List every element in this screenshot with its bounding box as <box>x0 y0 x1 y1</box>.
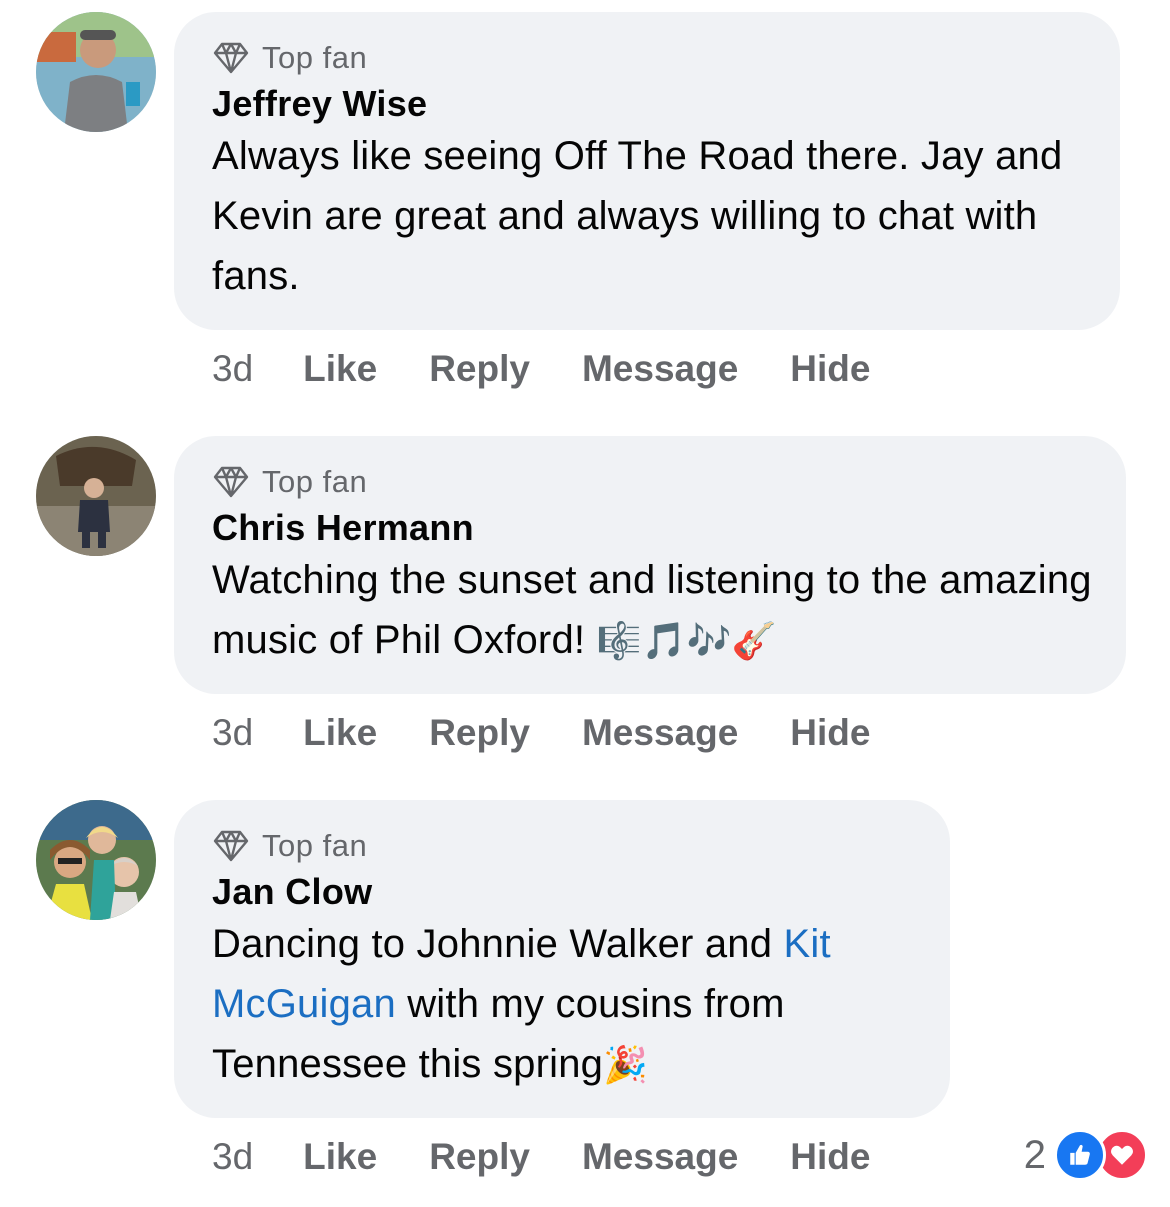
comment-text: Always like seeing Off The Road there. J… <box>212 134 1063 298</box>
hide-button[interactable]: Hide <box>790 348 870 390</box>
timestamp[interactable]: 3d <box>212 712 253 754</box>
comment-actions: 3d Like Reply Message Hide <box>212 708 922 758</box>
party-popper-emoji: 🎉 <box>603 1045 649 1086</box>
hide-button[interactable]: Hide <box>790 1136 870 1178</box>
top-fan-badge: Top fan <box>212 38 1082 78</box>
message-button[interactable]: Message <box>582 712 738 754</box>
comment-text: Dancing to Johnnie Walker and Kit McGuig… <box>212 914 922 1096</box>
reply-button[interactable]: Reply <box>429 712 530 754</box>
author-name[interactable]: Jeffrey Wise <box>212 84 1082 124</box>
message-button[interactable]: Message <box>582 1136 738 1178</box>
author-name[interactable]: Jan Clow <box>212 872 912 912</box>
comment-bubble: Top fan Jan Clow Dancing to Johnnie Walk… <box>174 800 950 1118</box>
like-icon <box>1054 1129 1106 1181</box>
like-button[interactable]: Like <box>303 1136 377 1178</box>
badge-label: Top fan <box>262 828 368 863</box>
diamond-icon <box>212 829 250 863</box>
reply-button[interactable]: Reply <box>429 348 530 390</box>
reply-button[interactable]: Reply <box>429 1136 530 1178</box>
top-fan-badge: Top fan <box>212 826 912 866</box>
avatar[interactable] <box>36 436 156 556</box>
comment-bubble: Top fan Jeffrey Wise Always like seeing … <box>174 12 1120 330</box>
message-button[interactable]: Message <box>582 348 738 390</box>
diamond-icon <box>212 41 250 75</box>
avatar[interactable] <box>36 800 156 920</box>
reaction-count: 2 <box>1023 1132 1046 1177</box>
hide-button[interactable]: Hide <box>790 712 870 754</box>
like-button[interactable]: Like <box>303 712 377 754</box>
like-button[interactable]: Like <box>303 348 377 390</box>
comment-actions: 3d Like Reply Message Hide <box>212 1132 922 1182</box>
badge-label: Top fan <box>262 464 368 499</box>
diamond-icon <box>212 465 250 499</box>
reaction-summary[interactable]: 2 <box>1023 1129 1148 1181</box>
badge-label: Top fan <box>262 40 368 75</box>
avatar[interactable] <box>36 12 156 132</box>
comment-bubble: Top fan Chris Hermann Watching the sunse… <box>174 436 1126 694</box>
comment-text: Watching the sunset and listening to the… <box>212 550 1092 672</box>
timestamp[interactable]: 3d <box>212 348 253 390</box>
comment-text-before: Dancing to Johnnie Walker and <box>212 922 784 966</box>
author-name[interactable]: Chris Hermann <box>212 508 1088 548</box>
music-emoji: 🎼🎵🎶🎸 <box>596 621 777 662</box>
comment-actions: 3d Like Reply Message Hide <box>212 344 922 394</box>
top-fan-badge: Top fan <box>212 462 1088 502</box>
timestamp[interactable]: 3d <box>212 1136 253 1178</box>
